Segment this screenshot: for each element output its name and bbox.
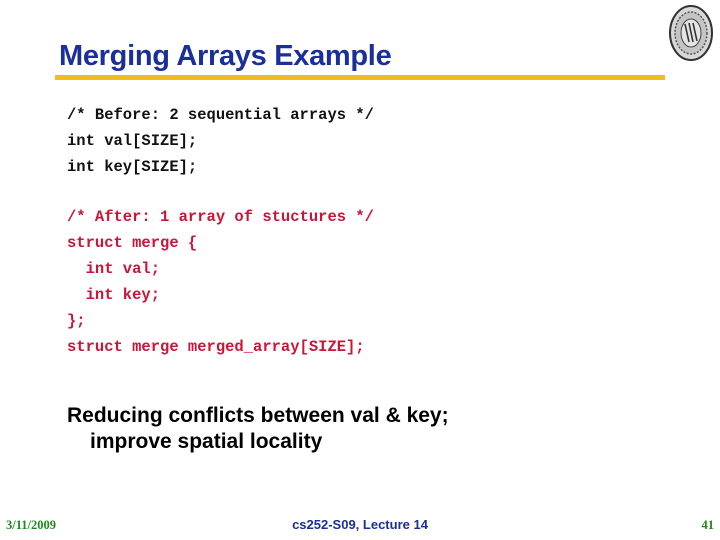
code-block-after: /* After: 1 array of stuctures */ struct… <box>67 204 374 360</box>
code-line: int val; <box>67 260 161 278</box>
page-number: 41 <box>701 518 715 532</box>
code-block-before: /* Before: 2 sequential arrays */ int va… <box>67 102 374 180</box>
code-line: int val[SIZE]; <box>67 132 198 150</box>
title-underline <box>55 75 665 80</box>
summary-bullet: Reducing conflicts between val & key; im… <box>67 403 449 455</box>
code-line: int key; <box>67 286 161 304</box>
footer-course: cs252-S09, Lecture 14 <box>292 517 428 532</box>
slide-title: Merging Arrays Example <box>59 40 392 72</box>
bullet-line: Reducing conflicts between val & key; <box>67 404 449 427</box>
code-line: int key[SIZE]; <box>67 158 198 176</box>
code-line: /* After: 1 array of stuctures */ <box>67 208 374 226</box>
code-line: }; <box>67 312 86 330</box>
code-line: struct merge merged_array[SIZE]; <box>67 338 365 356</box>
code-line: struct merge { <box>67 234 198 252</box>
bullet-line: improve spatial locality <box>90 430 323 453</box>
code-line: /* Before: 2 sequential arrays */ <box>67 106 374 124</box>
university-seal-icon <box>669 5 713 61</box>
